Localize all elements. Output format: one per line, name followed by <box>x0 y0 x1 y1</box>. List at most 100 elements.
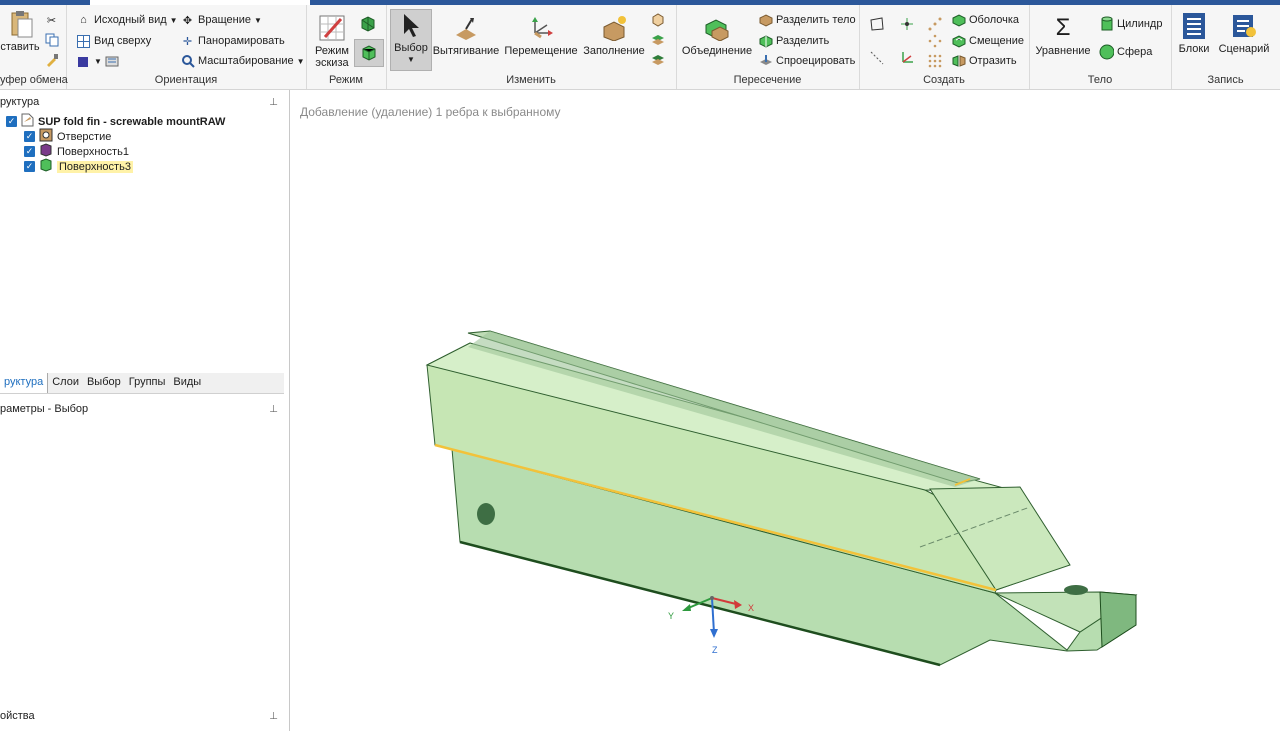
tab-groups[interactable]: Группы <box>125 373 170 393</box>
split-body-button[interactable]: Разделить тело <box>758 11 856 29</box>
box-outline-icon <box>650 13 665 28</box>
tree-item-hole[interactable]: ✓ Отверстие <box>24 128 111 144</box>
pin-icon[interactable]: ⊥ <box>269 404 278 415</box>
sketch-mode-button[interactable]: Режим эскиза <box>312 13 352 69</box>
3d-viewport[interactable]: Добавление (удаление) 1 ребра к выбранно… <box>290 95 1280 731</box>
pin-icon[interactable]: ⊥ <box>269 97 278 108</box>
cut-button[interactable]: ✂ <box>44 11 59 29</box>
pan-button[interactable]: ✛ Панорамировать <box>180 32 285 50</box>
move-button[interactable]: Перемещение <box>504 13 578 57</box>
split-button[interactable]: Разделить <box>758 32 829 50</box>
group-label-create: Создать <box>923 74 965 86</box>
params-panel-title: раметры - Выбор <box>0 403 89 415</box>
tree-item-surface3[interactable]: ✓ Поверхность3 <box>24 158 133 175</box>
tree-item-surface1[interactable]: ✓ Поверхность1 <box>24 143 129 159</box>
edit-tool-3-button[interactable] <box>650 51 665 69</box>
top-view-button[interactable]: Вид сверху <box>76 32 151 50</box>
rectangle-icon <box>869 17 884 32</box>
select-label: Выбор <box>394 42 428 54</box>
pin-icon[interactable]: ⊥ <box>269 711 278 722</box>
equation-button[interactable]: Σ Уравнение <box>1033 13 1093 58</box>
line-icon <box>869 51 884 66</box>
rotate-button[interactable]: ✥ Вращение ▼ <box>180 11 262 29</box>
group-label-clipboard: уфер обмена <box>0 74 68 86</box>
chevron-down-icon: ▼ <box>296 56 305 66</box>
group-label-mode: Режим <box>329 74 363 86</box>
checkbox-icon[interactable]: ✓ <box>24 131 35 142</box>
script-button[interactable]: Сценарий <box>1215 11 1273 55</box>
tab-structure[interactable]: руктура <box>0 373 49 393</box>
ribbon: ставить ✂ уфер обмена ⌂ Исходный вид ▼ Вид… <box>0 5 1280 90</box>
checkbox-icon[interactable]: ✓ <box>6 116 17 127</box>
format-painter-button[interactable] <box>44 51 59 69</box>
view-cube-button[interactable]: ▼ <box>76 52 120 70</box>
paste-button[interactable]: ставить <box>0 9 40 53</box>
section-cube-icon <box>358 14 378 34</box>
combine-label: Объединение <box>681 45 753 57</box>
tab-selection[interactable]: Выбор <box>83 373 125 393</box>
rotate-label: Вращение <box>198 14 251 26</box>
group-label-body: Тело <box>1087 74 1113 86</box>
chevron-down-icon: ▼ <box>253 15 262 25</box>
copy-button[interactable] <box>44 31 59 49</box>
axis-tool-button[interactable] <box>899 49 914 67</box>
scissors-icon: ✂ <box>46 14 57 27</box>
project-button[interactable]: Спроецировать <box>758 52 855 70</box>
pattern-tool-button[interactable] <box>927 15 942 33</box>
sphere-button[interactable]: Сфера <box>1099 43 1152 61</box>
group-label-record: Запись <box>1207 74 1244 86</box>
3d-mode-button[interactable] <box>354 39 384 67</box>
rotate-icon: ✥ <box>182 14 193 27</box>
blocks-button[interactable]: Блоки <box>1175 11 1213 55</box>
model-hole-tab <box>1064 585 1088 595</box>
rectangle-tool-button[interactable] <box>869 15 884 33</box>
shell-label: Оболочка <box>969 14 1020 26</box>
tree-item-root[interactable]: ✓ SUP fold fin - screwable mountRAW <box>6 113 225 130</box>
mirror-button[interactable]: Отразить <box>951 52 1017 70</box>
axis-label-x: X <box>748 603 754 613</box>
home-view-button[interactable]: ⌂ Исходный вид ▼ <box>76 11 177 29</box>
project-icon <box>758 54 773 69</box>
params-panel-header: раметры - Выбор ⊥ <box>0 403 284 419</box>
pan-icon: ✛ <box>182 35 193 48</box>
home-view-label: Исходный вид <box>94 14 167 26</box>
paste-icon <box>5 9 35 39</box>
home-icon: ⌂ <box>80 14 87 26</box>
solid-body-icon <box>39 158 53 175</box>
group-record: Блоки Сценарий Запись <box>1171 5 1280 89</box>
cylinder-icon <box>1099 16 1114 32</box>
tab-views[interactable]: Виды <box>169 373 205 393</box>
sphere-icon <box>1099 44 1114 60</box>
pan-label: Панорамировать <box>198 35 285 47</box>
pull-button[interactable]: Вытягивание <box>433 13 499 57</box>
select-button[interactable]: Выбор ▼ <box>390 9 432 71</box>
move-label: Перемещение <box>504 45 578 57</box>
combine-button[interactable]: Объединение <box>682 13 752 57</box>
model-canvas: X Y Z <box>425 330 1138 667</box>
checkbox-icon[interactable]: ✓ <box>24 146 35 157</box>
tree-item-label: Поверхность3 <box>57 160 133 173</box>
document-icon <box>21 113 34 130</box>
split-body-label: Разделить тело <box>776 14 856 26</box>
point-tool-button[interactable] <box>899 15 914 33</box>
edit-tool-2-button[interactable] <box>650 31 665 49</box>
fill-button[interactable]: Заполнение <box>582 13 646 57</box>
shell-button[interactable]: Оболочка <box>951 11 1019 29</box>
circular-pattern-button[interactable] <box>927 32 942 50</box>
group-intersect: Объединение Разделить тело Разделить Спр… <box>676 5 860 89</box>
line-tool-button[interactable] <box>869 49 884 67</box>
tab-layers[interactable]: Слои <box>48 373 83 393</box>
move-axes-icon <box>526 13 556 43</box>
grid-pattern-button[interactable] <box>927 52 942 70</box>
model-hole-left <box>477 503 495 525</box>
offset-button[interactable]: Смещение <box>951 32 1024 50</box>
cylinder-button[interactable]: Цилиндр <box>1099 15 1162 33</box>
section-mode-button[interactable] <box>358 15 378 33</box>
zoom-button[interactable]: Масштабирование ▼ <box>180 52 305 70</box>
offset-icon <box>951 34 966 49</box>
edit-tool-1-button[interactable] <box>650 11 665 29</box>
group-label-edit: Изменить <box>506 74 556 86</box>
brush-icon <box>44 53 59 68</box>
checkbox-icon[interactable]: ✓ <box>24 161 35 172</box>
magnifier-icon <box>180 54 195 69</box>
